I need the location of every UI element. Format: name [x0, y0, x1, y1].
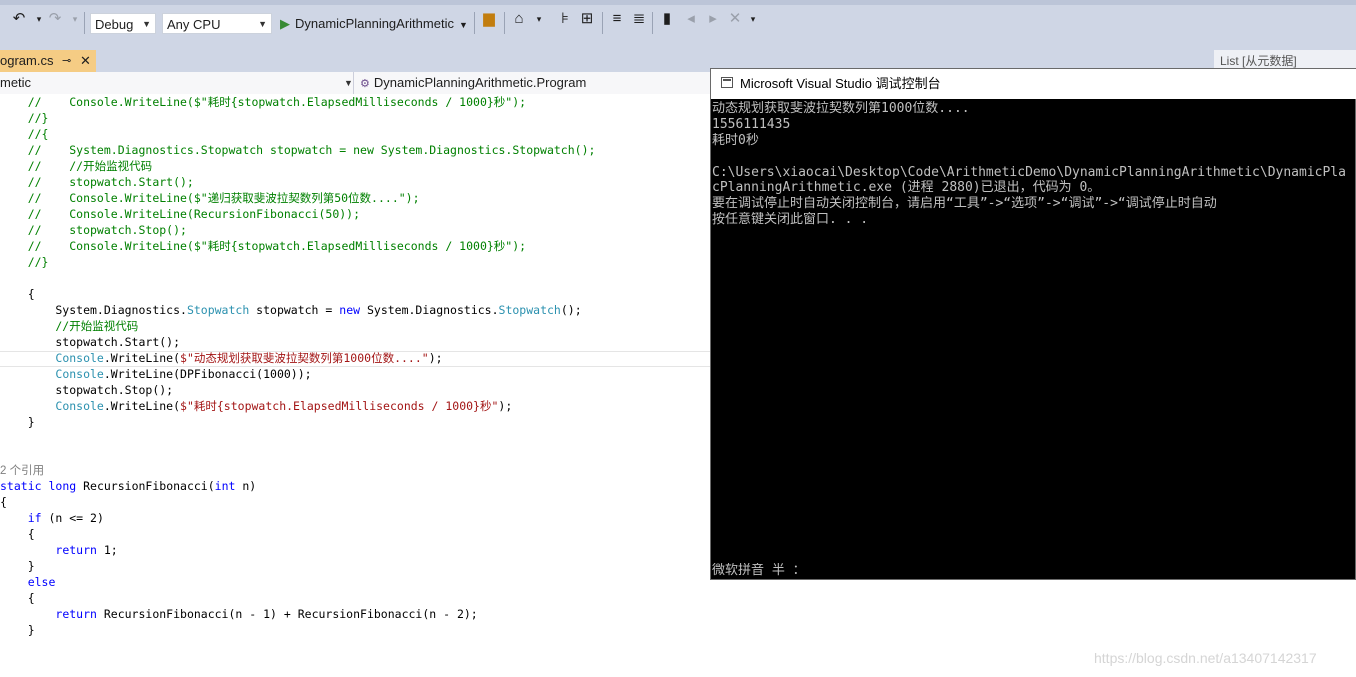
folder-icon[interactable]: ▆	[480, 10, 498, 28]
code-line[interactable]: }	[0, 622, 35, 638]
code-line[interactable]: //开始监视代码	[0, 318, 138, 334]
console-line: 要在调试停止时自动关闭控制台，请启用“工具”->“选项”->“调试”->“调试停…	[712, 196, 1217, 211]
console-title-bar[interactable]: Microsoft Visual Studio 调试控制台	[711, 69, 1356, 99]
code-line[interactable]: static long RecursionFibonacci(int n)	[0, 478, 256, 494]
code-line[interactable]: //{	[0, 126, 49, 142]
toolbar-separator	[474, 12, 475, 34]
toolbar-overflow-icon[interactable]: ▾	[744, 10, 762, 28]
code-line[interactable]: // Console.WriteLine($"耗时{stopwatch.Elap…	[0, 94, 526, 110]
code-editor[interactable]: // Console.WriteLine($"耗时{stopwatch.Elap…	[0, 94, 710, 677]
console-line: cPlanningArithmetic.exe (进程 2880)已退出，代码为…	[712, 180, 1101, 195]
console-line: C:\Users\xiaocai\Desktop\Code\Arithmetic…	[712, 165, 1346, 180]
start-debugging-button[interactable]: ▶ DynamicPlanningArithmetic ▼	[280, 13, 468, 35]
platform-select[interactable]: Any CPU ▼	[162, 13, 272, 34]
toolbar-separator	[84, 12, 85, 34]
main-toolbar: ↶ ▾ ↷ ▾ Debug ▼ Any CPU ▼ ▶ DynamicPlanni…	[0, 0, 1356, 44]
code-line[interactable]: Console.WriteLine($"动态规划获取斐波拉契数列第1000位数.…	[0, 350, 442, 366]
code-line[interactable]: //}	[0, 254, 49, 270]
play-icon: ▶	[280, 16, 290, 31]
prev-bookmark-icon[interactable]: ◂	[682, 10, 700, 28]
solution-config-value: Debug	[95, 17, 134, 32]
navigation-bar: metic ▼ ⚙ DynamicPlanningArithmetic.Progr…	[0, 72, 710, 95]
project-dropdown-value: metic	[0, 75, 32, 90]
code-line[interactable]: {	[0, 526, 35, 542]
code-line[interactable]: Console.WriteLine(DPFibonacci(1000));	[0, 366, 311, 382]
toolbar-separator	[504, 12, 505, 34]
comment-lines-icon[interactable]: ≡	[608, 10, 626, 28]
tab-label: ogram.cs	[0, 53, 54, 68]
console-app-icon	[721, 77, 733, 88]
type-dropdown-value: DynamicPlanningArithmetic.Program	[373, 75, 587, 90]
ime-status: 微软拼音 半 ：	[712, 563, 806, 578]
code-line[interactable]: return 1;	[0, 542, 117, 558]
clear-bookmarks-icon[interactable]: ✕	[726, 10, 744, 28]
console-title: Microsoft Visual Studio 调试控制台	[740, 76, 941, 91]
startup-project-label: DynamicPlanningArithmetic	[295, 16, 454, 31]
code-line[interactable]: else	[0, 574, 56, 590]
tab-label: List [从元数据]	[1220, 54, 1297, 68]
code-line[interactable]: // Console.WriteLine($"耗时{stopwatch.Elap…	[0, 238, 526, 254]
document-outline-icon[interactable]: ⊞	[578, 10, 596, 28]
chevron-down-icon: ▼	[458, 20, 468, 30]
chevron-down-icon[interactable]: ▾	[530, 10, 548, 28]
code-line[interactable]: // stopwatch.Stop();	[0, 222, 187, 238]
toolbar-separator	[652, 12, 653, 34]
code-line[interactable]: // Console.WriteLine($"递归获取斐波拉契数列第50位数..…	[0, 190, 420, 206]
console-line: 按任意键关闭此窗口. . .	[712, 212, 869, 227]
pin-icon[interactable]: ⊸	[62, 50, 71, 72]
next-bookmark-icon[interactable]: ▸	[704, 10, 722, 28]
code-line[interactable]: {	[0, 494, 7, 510]
code-line[interactable]: // System.Diagnostics.Stopwatch stopwatc…	[0, 142, 596, 158]
code-line[interactable]: stopwatch.Start();	[0, 334, 180, 350]
code-line[interactable]: {	[0, 286, 35, 302]
watermark: https://blog.csdn.net/a13407142317	[1094, 650, 1317, 666]
console-line: 耗时0秒	[712, 133, 759, 148]
bookmark-icon[interactable]: ▮	[658, 10, 676, 28]
code-line[interactable]: {	[0, 590, 35, 606]
code-line[interactable]: stopwatch.Stop();	[0, 382, 173, 398]
platform-value: Any CPU	[167, 17, 221, 32]
type-dropdown[interactable]: ⚙ DynamicPlanningArithmetic.Program	[360, 72, 586, 94]
chevron-down-icon: ▼	[258, 19, 267, 29]
menu-strip-edge	[0, 0, 1356, 5]
code-line[interactable]: //}	[0, 110, 49, 126]
class-icon: ⚙	[360, 78, 370, 90]
toolbar-separator	[602, 12, 603, 34]
code-line[interactable]: if (n <= 2)	[0, 510, 104, 526]
redo-icon[interactable]: ↷	[46, 10, 64, 28]
undo-icon[interactable]: ↶	[10, 10, 28, 28]
tab-program-cs[interactable]: ogram.cs ⊸ ✕	[0, 50, 96, 72]
code-line[interactable]: System.Diagnostics.Stopwatch stopwatch =…	[0, 302, 581, 318]
uncomment-lines-icon[interactable]: ≣	[630, 10, 648, 28]
home-icon[interactable]: ⌂	[510, 10, 528, 28]
code-line[interactable]: }	[0, 558, 35, 574]
code-line[interactable]: return RecursionFibonacci(n - 1) + Recur…	[0, 606, 477, 622]
solution-config-select[interactable]: Debug ▼	[90, 13, 156, 34]
code-line[interactable]: Console.WriteLine($"耗时{stopwatch.Elapsed…	[0, 398, 512, 414]
code-line[interactable]: }	[0, 414, 35, 430]
console-line: 动态规划获取斐波拉契数列第1000位数....	[712, 101, 970, 116]
redo-dropdown-icon[interactable]: ▾	[66, 10, 84, 28]
bookmark-step-icon[interactable]: ⊧	[556, 10, 574, 28]
close-icon[interactable]: ✕	[80, 50, 91, 72]
code-line[interactable]: 2 个引用	[0, 462, 44, 478]
code-line[interactable]: // //开始监视代码	[0, 158, 152, 174]
code-line[interactable]: // stopwatch.Start();	[0, 174, 194, 190]
debug-console-window[interactable]: Microsoft Visual Studio 调试控制台 动态规划获取斐波拉契…	[710, 68, 1356, 580]
project-dropdown[interactable]: metic ▼	[0, 72, 354, 94]
console-line: 1556111435	[712, 117, 791, 132]
chevron-down-icon: ▼	[142, 19, 151, 29]
code-line[interactable]: // Console.WriteLine(RecursionFibonacci(…	[0, 206, 360, 222]
chevron-down-icon: ▼	[344, 78, 353, 88]
